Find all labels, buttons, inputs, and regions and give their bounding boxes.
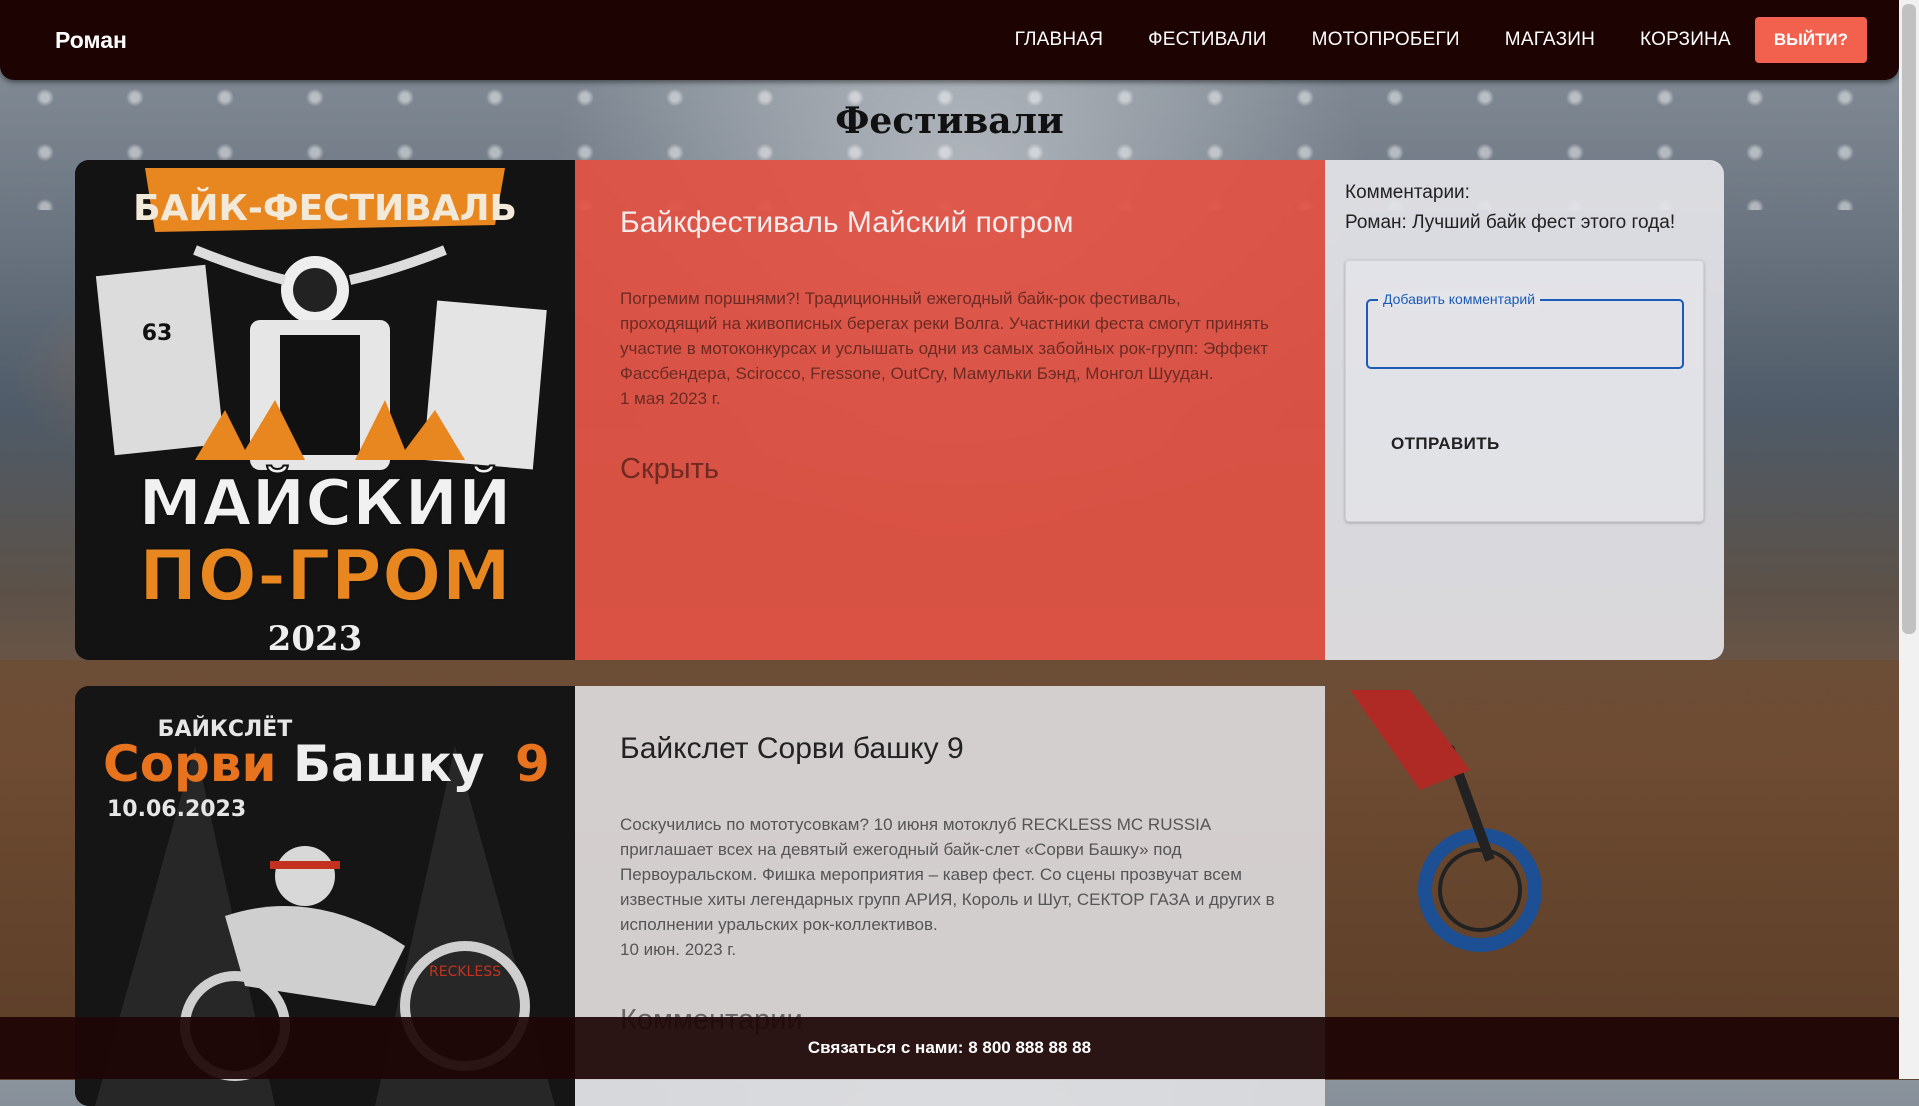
festival-title: Байкслет Сорви башку 9 [620, 732, 964, 765]
nav-home[interactable]: Главная [1015, 29, 1104, 51]
poster-date: 10.06.2023 [107, 797, 246, 822]
poster-plate-text: 63 [142, 321, 173, 346]
festival-poster-image: БАЙК-ФЕСТИВАЛЬ 63 МАЙСКИЙ ПО-ГРОМ 2023 [75, 160, 575, 660]
festival-description: Погремим поршнями?! Традиционный ежегодн… [620, 289, 1269, 383]
nav-links: Главная Фестивали Мотопробеги Магазин Ко… [970, 17, 1867, 63]
comment-form: Добавить комментарий ОТПРАВИТЬ [1345, 260, 1704, 522]
comments-heading: Комментарии: [1345, 182, 1470, 203]
poster-title-line1: МАЙСКИЙ [138, 465, 511, 541]
navbar: Роман Главная Фестивали Мотопробеги Мага… [0, 0, 1899, 80]
festival-date: 1 мая 2023 г. [620, 389, 721, 408]
poster-name-2: Башку [293, 735, 484, 793]
festival-date: 10 июн. 2023 г. [620, 940, 737, 959]
poster-title-line2: ПО-ГРОМ [139, 535, 511, 617]
poster-name-1: Сорви [103, 735, 277, 793]
comment-input-label: Добавить комментарий [1378, 291, 1541, 307]
poster-art: БАЙК-ФЕСТИВАЛЬ 63 МАЙСКИЙ ПО-ГРОМ 2023 [75, 160, 575, 660]
page-title: Фестивали [835, 100, 1064, 142]
poster-num: 9 [515, 735, 550, 793]
festival-title: Байкфестиваль Майский погром [620, 206, 1074, 239]
comments-panel: Комментарии: Роман: Лучший байк фест это… [1325, 160, 1724, 660]
nav-shop[interactable]: Магазин [1505, 29, 1595, 51]
user-name[interactable]: Роман [55, 27, 127, 54]
footer-contact: Связаться с нами: 8 800 888 88 88 [0, 1017, 1899, 1079]
logout-button[interactable]: ВЫЙТИ? [1754, 17, 1867, 63]
festival-content: Байкфестиваль Майский погром Погремим по… [575, 160, 1325, 660]
poster-brand: RECKLESS [429, 964, 501, 980]
nav-cart[interactable]: Корзина [1640, 29, 1731, 51]
poster-year: 2023 [268, 619, 363, 659]
hide-comments-toggle[interactable]: Скрыть [620, 453, 1280, 486]
comment-item: Роман: Лучший байк фест этого года! [1345, 212, 1676, 233]
nav-festivals[interactable]: Фестивали [1148, 29, 1267, 51]
poster-top-text: БАЙК-ФЕСТИВАЛЬ [133, 187, 517, 229]
page-scrollbar[interactable] [1899, 0, 1919, 1079]
scrollbar-thumb[interactable] [1902, 4, 1916, 634]
festival-card: БАЙК-ФЕСТИВАЛЬ 63 МАЙСКИЙ ПО-ГРОМ 2023 Б… [75, 160, 1724, 660]
festival-description: Соскучились по мототусовкам? 10 июня мот… [620, 815, 1275, 934]
submit-comment-button[interactable]: ОТПРАВИТЬ [1391, 434, 1500, 454]
nav-motoruns[interactable]: Мотопробеги [1312, 29, 1460, 51]
comment-input[interactable]: Добавить комментарий [1366, 291, 1684, 369]
